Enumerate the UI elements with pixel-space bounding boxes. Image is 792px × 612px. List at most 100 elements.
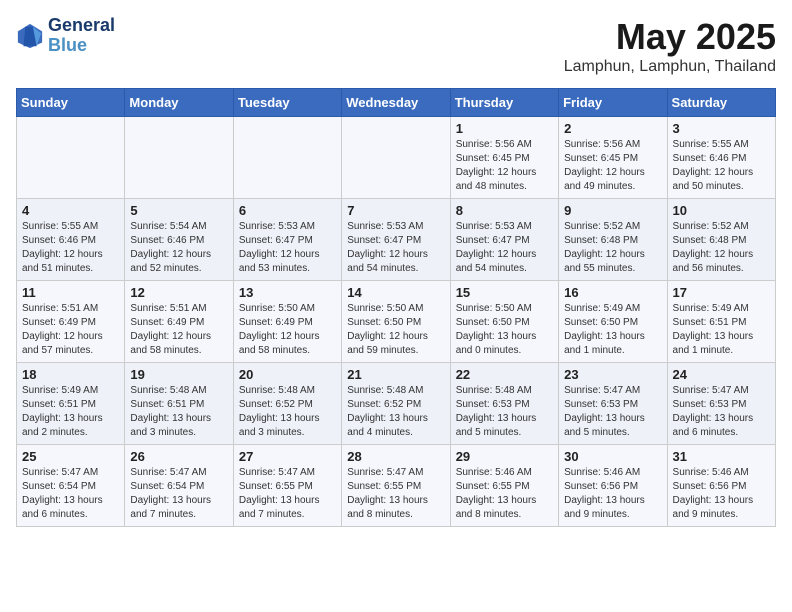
day-header-tuesday: Tuesday [233,89,341,117]
day-number: 19 [130,367,227,382]
week-row-5: 25Sunrise: 5:47 AM Sunset: 6:54 PM Dayli… [17,445,776,527]
calendar-cell: 9Sunrise: 5:52 AM Sunset: 6:48 PM Daylig… [559,199,667,281]
day-number: 11 [22,285,119,300]
cell-details: Sunrise: 5:55 AM Sunset: 6:46 PM Dayligh… [673,138,770,194]
calendar-cell: 27Sunrise: 5:47 AM Sunset: 6:55 PM Dayli… [233,445,341,527]
cell-details: Sunrise: 5:46 AM Sunset: 6:56 PM Dayligh… [673,466,770,522]
calendar-cell: 11 Sunrise: 5:51 AM Sunset: 6:49 PM Dayli… [17,281,125,363]
month-title: May 2025 [564,16,776,58]
day-number: 23 [564,367,661,382]
cell-details: Sunrise: 5:47 AM Sunset: 6:53 PM Dayligh… [673,384,770,440]
calendar-cell: 4 Sunrise: 5:55 AM Sunset: 6:46 PM Daylig… [17,199,125,281]
day-number: 4 [22,203,119,218]
day-number: 2 [564,121,661,136]
calendar-cell: 19 Sunrise: 5:48 AM Sunset: 6:51 PM Dayli… [125,363,233,445]
cell-details: Sunrise: 5:48 AM Sunset: 6:51 PM Dayligh… [130,384,227,440]
calendar-cell: 15 Sunrise: 5:50 AM Sunset: 6:50 PM Dayli… [450,281,558,363]
page-header: General Blue May 2025 Lamphun, Lamphun, … [16,16,776,76]
day-number: 8 [456,203,553,218]
cell-details: Sunrise: 5:47 AM Sunset: 6:53 PM Dayligh… [564,384,661,440]
cell-details: Sunrise: 5:46 AM Sunset: 6:56 PM Dayligh… [564,466,661,522]
logo-icon [16,22,44,50]
day-number: 26 [130,449,227,464]
cell-details: Sunrise: 5:53 AM Sunset: 6:47 PM Dayligh… [456,220,553,276]
cell-details: Sunrise: 5:51 AM Sunset: 6:49 PM Dayligh… [22,302,119,358]
location-title: Lamphun, Lamphun, Thailand [564,58,776,76]
cell-details: Sunrise: 5:49 AM Sunset: 6:51 PM Dayligh… [673,302,770,358]
calendar-cell: 23 Sunrise: 5:47 AM Sunset: 6:53 PM Dayli… [559,363,667,445]
calendar-cell: 13Sunrise: 5:50 AM Sunset: 6:49 PM Dayli… [233,281,341,363]
calendar-cell: 25Sunrise: 5:47 AM Sunset: 6:54 PM Dayli… [17,445,125,527]
day-header-wednesday: Wednesday [342,89,450,117]
day-number: 14 [347,285,444,300]
cell-details: Sunrise: 5:53 AM Sunset: 6:47 PM Dayligh… [347,220,444,276]
day-number: 29 [456,449,553,464]
calendar-cell: 31Sunrise: 5:46 AM Sunset: 6:56 PM Dayli… [667,445,775,527]
day-number: 20 [239,367,336,382]
logo: General Blue [16,16,115,56]
calendar-cell: 5Sunrise: 5:54 AM Sunset: 6:46 PM Daylig… [125,199,233,281]
calendar-cell: 1 Sunrise: 5:56 AM Sunset: 6:45 PM Daylig… [450,117,558,199]
calendar-cell: 18 Sunrise: 5:49 AM Sunset: 6:51 PM Dayli… [17,363,125,445]
day-header-sunday: Sunday [17,89,125,117]
cell-details: Sunrise: 5:53 AM Sunset: 6:47 PM Dayligh… [239,220,336,276]
calendar-cell: 29 Sunrise: 5:46 AM Sunset: 6:55 PM Dayli… [450,445,558,527]
day-number: 6 [239,203,336,218]
day-header-saturday: Saturday [667,89,775,117]
calendar-cell [125,117,233,199]
day-number: 22 [456,367,553,382]
day-number: 15 [456,285,553,300]
cell-details: Sunrise: 5:47 AM Sunset: 6:55 PM Dayligh… [239,466,336,522]
week-row-4: 18 Sunrise: 5:49 AM Sunset: 6:51 PM Dayli… [17,363,776,445]
day-number: 16 [564,285,661,300]
calendar-cell [17,117,125,199]
cell-details: Sunrise: 5:52 AM Sunset: 6:48 PM Dayligh… [673,220,770,276]
day-number: 9 [564,203,661,218]
day-number: 10 [673,203,770,218]
calendar-cell: 28 Sunrise: 5:47 AM Sunset: 6:55 PM Dayli… [342,445,450,527]
day-number: 7 [347,203,444,218]
day-number: 21 [347,367,444,382]
day-number: 13 [239,285,336,300]
cell-details: Sunrise: 5:50 AM Sunset: 6:50 PM Dayligh… [347,302,444,358]
day-header-thursday: Thursday [450,89,558,117]
cell-details: Sunrise: 5:48 AM Sunset: 6:53 PM Dayligh… [456,384,553,440]
logo-line1: General [48,16,115,36]
cell-details: Sunrise: 5:48 AM Sunset: 6:52 PM Dayligh… [347,384,444,440]
day-headers-row: SundayMondayTuesdayWednesdayThursdayFrid… [17,89,776,117]
day-header-monday: Monday [125,89,233,117]
calendar-cell: 14 Sunrise: 5:50 AM Sunset: 6:50 PM Dayli… [342,281,450,363]
cell-details: Sunrise: 5:49 AM Sunset: 6:50 PM Dayligh… [564,302,661,358]
cell-details: Sunrise: 5:50 AM Sunset: 6:50 PM Dayligh… [456,302,553,358]
calendar-cell: 30 Sunrise: 5:46 AM Sunset: 6:56 PM Dayli… [559,445,667,527]
cell-details: Sunrise: 5:54 AM Sunset: 6:46 PM Dayligh… [130,220,227,276]
calendar-cell: 17 Sunrise: 5:49 AM Sunset: 6:51 PM Dayli… [667,281,775,363]
calendar-cell: 24 Sunrise: 5:47 AM Sunset: 6:53 PM Dayli… [667,363,775,445]
day-header-friday: Friday [559,89,667,117]
day-number: 30 [564,449,661,464]
cell-details: Sunrise: 5:49 AM Sunset: 6:51 PM Dayligh… [22,384,119,440]
cell-details: Sunrise: 5:56 AM Sunset: 6:45 PM Dayligh… [456,138,553,194]
calendar-table: SundayMondayTuesdayWednesdayThursdayFrid… [16,88,776,527]
calendar-cell: 21 Sunrise: 5:48 AM Sunset: 6:52 PM Dayli… [342,363,450,445]
logo-text: General Blue [48,16,115,56]
calendar-cell: 22 Sunrise: 5:48 AM Sunset: 6:53 PM Dayli… [450,363,558,445]
day-number: 28 [347,449,444,464]
cell-details: Sunrise: 5:46 AM Sunset: 6:55 PM Dayligh… [456,466,553,522]
title-area: May 2025 Lamphun, Lamphun, Thailand [564,16,776,76]
calendar-cell: 20Sunrise: 5:48 AM Sunset: 6:52 PM Dayli… [233,363,341,445]
day-number: 18 [22,367,119,382]
cell-details: Sunrise: 5:56 AM Sunset: 6:45 PM Dayligh… [564,138,661,194]
calendar-cell: 10 Sunrise: 5:52 AM Sunset: 6:48 PM Dayli… [667,199,775,281]
logo-line2: Blue [48,36,115,56]
cell-details: Sunrise: 5:47 AM Sunset: 6:55 PM Dayligh… [347,466,444,522]
day-number: 25 [22,449,119,464]
week-row-2: 4 Sunrise: 5:55 AM Sunset: 6:46 PM Daylig… [17,199,776,281]
day-number: 24 [673,367,770,382]
day-number: 12 [130,285,227,300]
day-number: 17 [673,285,770,300]
day-number: 1 [456,121,553,136]
calendar-cell: 6 Sunrise: 5:53 AM Sunset: 6:47 PM Daylig… [233,199,341,281]
calendar-cell: 7 Sunrise: 5:53 AM Sunset: 6:47 PM Daylig… [342,199,450,281]
cell-details: Sunrise: 5:55 AM Sunset: 6:46 PM Dayligh… [22,220,119,276]
